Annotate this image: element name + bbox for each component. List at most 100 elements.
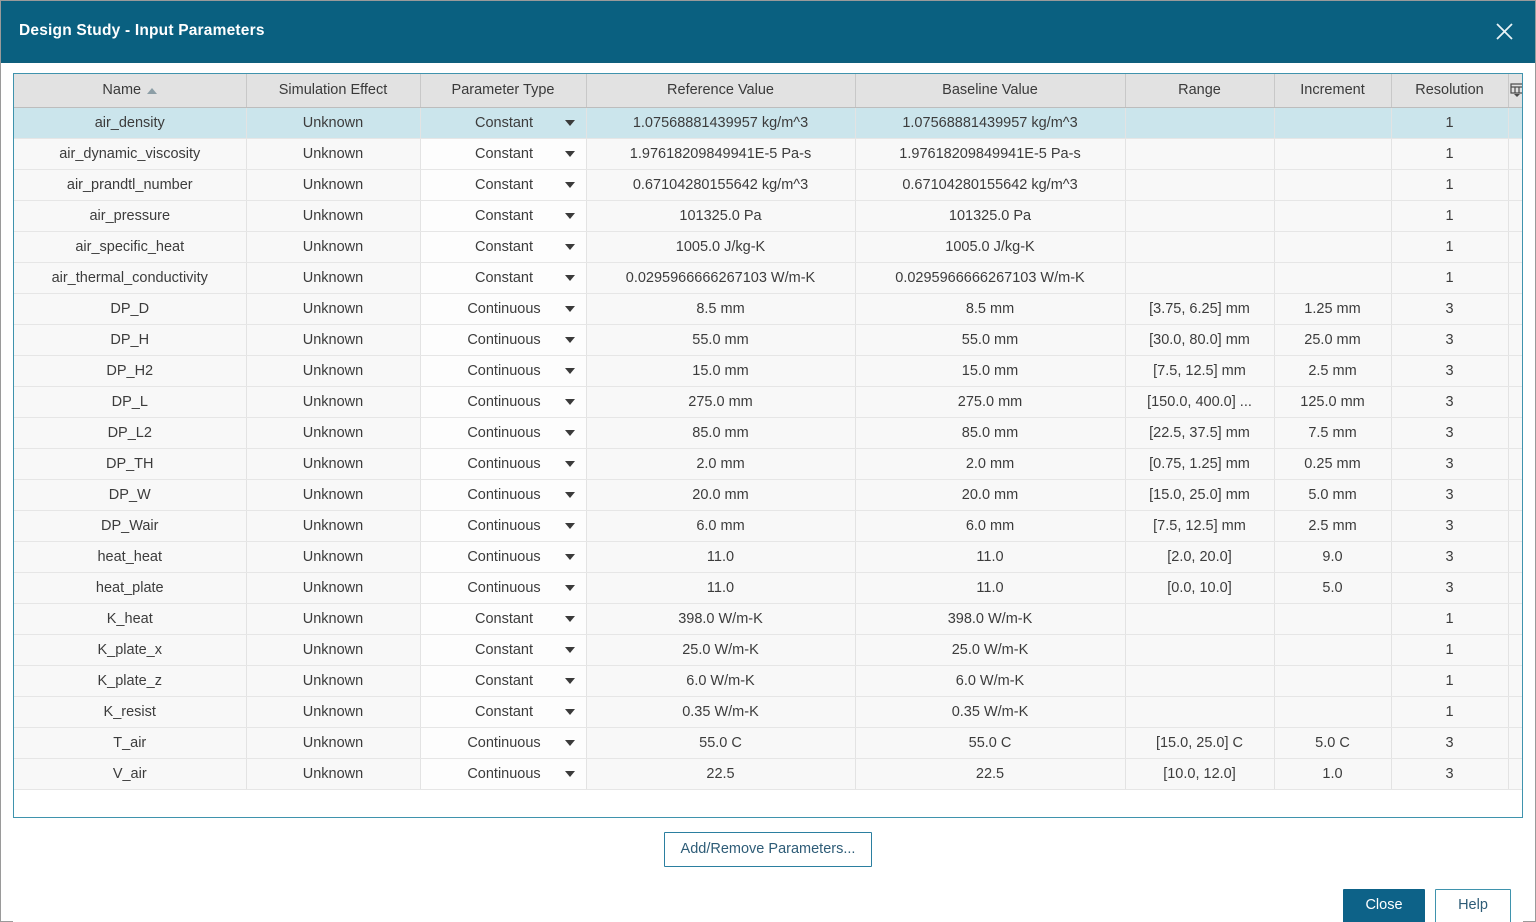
column-header-increment[interactable]: Increment	[1274, 74, 1392, 108]
chevron-down-icon[interactable]	[564, 770, 575, 777]
table-row[interactable]: K_resist Unknown Constant 0.35 W/m-K 0.35 W/…	[14, 696, 1522, 728]
cell-parameter-type[interactable]: Constant	[420, 665, 587, 697]
cell-parameter-type[interactable]: Continuous	[420, 448, 587, 480]
cell-spacer	[1508, 541, 1522, 573]
cell-parameter-type[interactable]: Continuous	[420, 386, 587, 418]
table-row[interactable]: air_specific_heat Unknown Constant 1005.0 J…	[14, 231, 1522, 263]
cell-baseline-value: 11.0	[855, 541, 1126, 573]
cell-reference-value: 22.5	[586, 758, 856, 790]
table-row[interactable]: air_density Unknown Constant 1.075688814399…	[14, 107, 1522, 139]
table-settings-icon[interactable]	[1508, 74, 1522, 108]
parameter-type-value: Constant	[474, 269, 534, 286]
cell-parameter-type[interactable]: Continuous	[420, 293, 587, 325]
cell-simulation-effect: Unknown	[246, 448, 421, 480]
chevron-down-icon[interactable]	[564, 212, 575, 219]
table-row[interactable]: air_dynamic_viscosity Unknown Constant 1.97…	[14, 138, 1522, 170]
cell-parameter-type[interactable]: Constant	[420, 603, 587, 635]
cell-spacer	[1508, 262, 1522, 294]
column-header-range[interactable]: Range	[1125, 74, 1275, 108]
chevron-down-icon[interactable]	[564, 367, 575, 374]
chevron-down-icon[interactable]	[564, 553, 575, 560]
chevron-down-icon[interactable]	[564, 677, 575, 684]
cell-parameter-type[interactable]: Constant	[420, 138, 587, 170]
column-header-name[interactable]: Name	[14, 74, 247, 108]
table-row[interactable]: air_pressure Unknown Constant 101325.0 Pa 10…	[14, 200, 1522, 232]
close-button[interactable]: Close	[1343, 888, 1425, 922]
table-row[interactable]: V_air Unknown Continuous 22.5 22.5 [10.0, 12.…	[14, 758, 1522, 790]
cell-parameter-type[interactable]: Continuous	[420, 355, 587, 387]
cell-increment: 5.0	[1274, 572, 1392, 604]
cell-simulation-effect: Unknown	[246, 603, 421, 635]
table-row[interactable]: heat_heat Unknown Continuous 11.0 11.0 [2.0, …	[14, 541, 1522, 573]
column-header-parameter-type[interactable]: Parameter Type	[420, 74, 587, 108]
column-header-reference-value[interactable]: Reference Value	[586, 74, 856, 108]
chevron-down-icon[interactable]	[564, 150, 575, 157]
table-row[interactable]: K_plate_z Unknown Constant 6.0 W/m-K 6.0 W/m…	[14, 665, 1522, 697]
dialog-footer: Add/Remove Parameters... Close Help	[13, 818, 1523, 922]
chevron-down-icon[interactable]	[564, 243, 575, 250]
cell-reference-value: 25.0 W/m-K	[586, 634, 856, 666]
add-remove-parameters-button[interactable]: Add/Remove Parameters...	[663, 832, 873, 867]
chevron-down-icon[interactable]	[564, 522, 575, 529]
parameters-table-scroll[interactable]: Name Simulation Effect Parameter Type Re…	[14, 74, 1522, 817]
parameter-type-value: Continuous	[467, 517, 541, 534]
cell-parameter-type[interactable]: Continuous	[420, 510, 587, 542]
cell-parameter-type[interactable]: Continuous	[420, 417, 587, 449]
cell-parameter-type[interactable]: Continuous	[420, 479, 587, 511]
column-header-resolution[interactable]: Resolution	[1391, 74, 1509, 108]
cell-parameter-type[interactable]: Constant	[420, 200, 587, 232]
cell-parameter-type[interactable]: Constant	[420, 169, 587, 201]
cell-parameter-type[interactable]: Continuous	[420, 572, 587, 604]
cell-parameter-type[interactable]: Constant	[420, 262, 587, 294]
cell-baseline-value: 0.35 W/m-K	[855, 696, 1126, 728]
chevron-down-icon[interactable]	[564, 460, 575, 467]
table-row[interactable]: DP_L2 Unknown Continuous 85.0 mm 85.0 mm [22.…	[14, 417, 1522, 449]
chevron-down-icon[interactable]	[564, 708, 575, 715]
close-icon[interactable]	[1487, 14, 1521, 48]
cell-name: heat_heat	[14, 541, 247, 573]
chevron-down-icon[interactable]	[564, 274, 575, 281]
table-row[interactable]: T_air Unknown Continuous 55.0 C 55.0 C [15.0,…	[14, 727, 1522, 759]
chevron-down-icon[interactable]	[564, 615, 575, 622]
cell-parameter-type[interactable]: Constant	[420, 696, 587, 728]
cell-parameter-type[interactable]: Constant	[420, 231, 587, 263]
parameter-type-value: Continuous	[467, 455, 541, 472]
table-row[interactable]: DP_H2 Unknown Continuous 15.0 mm 15.0 mm [7.5…	[14, 355, 1522, 387]
chevron-down-icon[interactable]	[564, 739, 575, 746]
table-row[interactable]: DP_W Unknown Continuous 20.0 mm 20.0 mm [15.0…	[14, 479, 1522, 511]
table-row[interactable]: K_heat Unknown Constant 398.0 W/m-K 398.0 W/…	[14, 603, 1522, 635]
table-row[interactable]: DP_H Unknown Continuous 55.0 mm 55.0 mm [30.0…	[14, 324, 1522, 356]
chevron-down-icon[interactable]	[564, 398, 575, 405]
chevron-down-icon[interactable]	[564, 584, 575, 591]
table-row[interactable]: air_thermal_conductivity Unknown Constant 0…	[14, 262, 1522, 294]
chevron-down-icon[interactable]	[564, 119, 575, 126]
parameter-type-value: Continuous	[467, 734, 541, 751]
table-row[interactable]: air_prandtl_number Unknown Constant 0.67104…	[14, 169, 1522, 201]
cell-parameter-type[interactable]: Continuous	[420, 758, 587, 790]
chevron-down-icon[interactable]	[564, 181, 575, 188]
chevron-down-icon[interactable]	[564, 336, 575, 343]
table-row[interactable]: K_plate_x Unknown Constant 25.0 W/m-K 25.0 W…	[14, 634, 1522, 666]
parameter-type-value: Continuous	[467, 300, 541, 317]
cell-resolution: 1	[1391, 603, 1509, 635]
cell-range: [22.5, 37.5] mm	[1125, 417, 1275, 449]
cell-parameter-type[interactable]: Constant	[420, 634, 587, 666]
table-row[interactable]: DP_Wair Unknown Continuous 6.0 mm 6.0 mm [7.5…	[14, 510, 1522, 542]
column-header-baseline-value[interactable]: Baseline Value	[855, 74, 1126, 108]
cell-resolution: 3	[1391, 758, 1509, 790]
cell-parameter-type[interactable]: Constant	[420, 107, 587, 139]
table-row[interactable]: heat_plate Unknown Continuous 11.0 11.0 [0.0,…	[14, 572, 1522, 604]
cell-parameter-type[interactable]: Continuous	[420, 727, 587, 759]
chevron-down-icon[interactable]	[564, 429, 575, 436]
chevron-down-icon[interactable]	[564, 305, 575, 312]
table-row[interactable]: DP_TH Unknown Continuous 2.0 mm 2.0 mm [0.75,…	[14, 448, 1522, 480]
parameter-type-value: Continuous	[467, 548, 541, 565]
cell-parameter-type[interactable]: Continuous	[420, 541, 587, 573]
help-button[interactable]: Help	[1435, 888, 1511, 922]
table-row[interactable]: DP_D Unknown Continuous 8.5 mm 8.5 mm [3.75, …	[14, 293, 1522, 325]
chevron-down-icon[interactable]	[564, 646, 575, 653]
table-row[interactable]: DP_L Unknown Continuous 275.0 mm 275.0 mm [15…	[14, 386, 1522, 418]
column-header-simulation-effect[interactable]: Simulation Effect	[246, 74, 421, 108]
cell-parameter-type[interactable]: Continuous	[420, 324, 587, 356]
chevron-down-icon[interactable]	[564, 491, 575, 498]
